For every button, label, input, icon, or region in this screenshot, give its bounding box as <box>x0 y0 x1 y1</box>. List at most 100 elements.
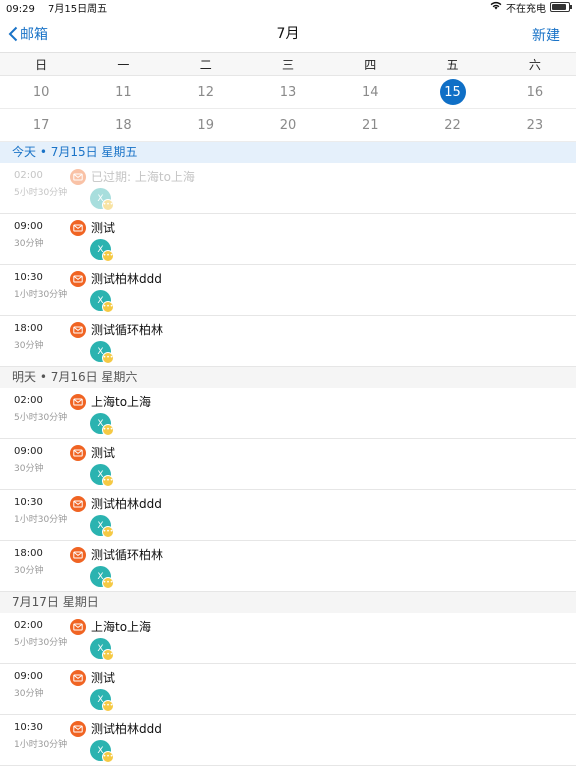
event-row[interactable]: 09:00 30分钟 测试 X ••• <box>0 664 576 715</box>
event-title: 测试柏林ddd <box>91 722 162 736</box>
calendar-day[interactable]: 21 <box>329 109 411 141</box>
mail-icon <box>70 619 86 635</box>
calendar-day-number: 14 <box>362 84 379 100</box>
mail-icon <box>70 394 86 410</box>
event-time: 02:00 <box>14 170 43 181</box>
calendar-day-number: 23 <box>526 117 544 133</box>
calendar-grid: 10 11 12 13 14 15 16 17 18 19 20 21 22 23 <box>0 76 576 142</box>
chevron-left-icon <box>8 26 18 42</box>
more-badge-icon: ••• <box>102 475 114 487</box>
calendar-day-number: 21 <box>362 117 379 133</box>
event-title: 测试循环柏林 <box>91 323 164 337</box>
event-row[interactable]: 09:00 30分钟 测试 X ••• <box>0 214 576 265</box>
event-time: 18:00 <box>14 548 43 559</box>
more-badge-icon: ••• <box>102 301 114 313</box>
event-row[interactable]: 18:00 30分钟 测试循环柏林 X ••• <box>0 541 576 592</box>
avatar: X ••• <box>90 566 114 589</box>
event-row[interactable]: 10:30 1小时30分钟 测试柏林ddd X ••• <box>0 265 576 316</box>
event-row[interactable]: 18:00 30分钟 测试循环柏林 X ••• <box>0 316 576 367</box>
more-badge-icon: ••• <box>102 250 114 262</box>
avatar: X ••• <box>90 341 114 364</box>
weekday-label: 一 <box>117 57 130 72</box>
event-time: 09:00 <box>14 671 43 682</box>
event-title: 上海to上海 <box>91 620 152 634</box>
avatar: X ••• <box>90 239 114 262</box>
section-header: 今天 • 7月15日 星期五 <box>0 142 576 163</box>
calendar-day-number: 20 <box>279 117 297 133</box>
calendar-day[interactable]: 19 <box>165 109 247 141</box>
calendar-day[interactable]: 13 <box>247 76 329 108</box>
calendar-day-number: 13 <box>279 84 297 100</box>
mail-icon <box>70 322 86 338</box>
event-duration: 1小时30分钟 <box>14 515 68 525</box>
new-button[interactable]: 新建 <box>532 25 560 45</box>
event-title: 测试 <box>91 221 116 235</box>
event-duration: 30分钟 <box>14 566 44 576</box>
calendar-day[interactable]: 15 <box>411 76 493 108</box>
calendar-day[interactable]: 22 <box>411 109 493 141</box>
avatar: X ••• <box>90 413 114 436</box>
event-duration: 30分钟 <box>14 341 44 351</box>
calendar-week-row: 10 11 12 13 14 15 16 <box>0 76 576 109</box>
calendar-day-number: 10 <box>32 84 50 100</box>
calendar-day[interactable]: 12 <box>165 76 247 108</box>
calendar-day[interactable]: 17 <box>0 109 82 141</box>
calendar-day[interactable]: 10 <box>0 76 82 108</box>
event-time: 09:00 <box>14 446 43 457</box>
more-badge-icon: ••• <box>102 649 114 661</box>
mail-icon <box>70 496 86 512</box>
calendar-day-number: 22 <box>444 117 461 133</box>
back-label: 邮箱 <box>20 27 48 43</box>
avatar: X ••• <box>90 689 114 712</box>
event-time: 10:30 <box>14 272 43 283</box>
section-header: 7月17日 星期日 <box>0 592 576 613</box>
more-badge-icon: ••• <box>102 700 114 712</box>
calendar-day[interactable]: 23 <box>494 109 576 141</box>
calendar-day-number: 19 <box>197 117 214 133</box>
event-duration: 30分钟 <box>14 689 44 699</box>
battery-icon <box>550 2 572 12</box>
avatar: X ••• <box>90 464 114 487</box>
event-row[interactable]: 10:30 1小时30分钟 测试柏林ddd X ••• <box>0 715 576 766</box>
calendar-day-number: 15 <box>439 79 466 105</box>
back-button[interactable]: 邮箱 <box>8 24 48 44</box>
more-badge-icon: ••• <box>102 352 114 364</box>
mail-icon <box>70 445 86 461</box>
weekday-label: 四 <box>364 57 377 72</box>
event-row[interactable]: 02:00 5小时30分钟 上海to上海 X ••• <box>0 613 576 664</box>
calendar-day[interactable]: 14 <box>329 76 411 108</box>
weekday-label: 五 <box>446 57 459 72</box>
more-badge-icon: ••• <box>102 751 114 763</box>
event-title: 测试柏林ddd <box>91 272 162 286</box>
calendar-day-number: 17 <box>32 117 50 133</box>
weekday-label: 二 <box>199 57 212 72</box>
calendar-day[interactable]: 20 <box>247 109 329 141</box>
calendar-day-number: 16 <box>526 84 544 100</box>
calendar-day[interactable]: 18 <box>82 109 164 141</box>
event-row[interactable]: 10:30 1小时30分钟 测试柏林ddd X ••• <box>0 490 576 541</box>
event-row[interactable]: 09:00 30分钟 测试 X ••• <box>0 439 576 490</box>
status-left: 09:29 7月15日周五 <box>6 0 117 15</box>
event-row[interactable]: 02:00 5小时30分钟 已过期: 上海to上海 X ••• <box>0 163 576 214</box>
event-title: 已过期: 上海to上海 <box>91 170 195 184</box>
more-badge-icon: ••• <box>102 577 114 589</box>
mail-icon <box>70 547 86 563</box>
calendar-week-row: 17 18 19 20 21 22 23 <box>0 109 576 142</box>
calendar-day[interactable]: 16 <box>494 76 576 108</box>
charging-status: 不在充电 <box>506 3 546 15</box>
event-duration: 1小时30分钟 <box>14 290 68 300</box>
weekday-label: 六 <box>528 57 541 72</box>
mail-icon <box>70 721 86 737</box>
event-time: 10:30 <box>14 497 43 508</box>
mail-icon <box>70 220 86 236</box>
wifi-icon <box>490 1 502 13</box>
event-row[interactable]: 02:00 5小时30分钟 上海to上海 X ••• <box>0 388 576 439</box>
event-time: 18:00 <box>14 323 43 334</box>
mail-icon <box>70 271 86 287</box>
calendar-day[interactable]: 11 <box>82 76 164 108</box>
calendar-day-number: 12 <box>197 84 214 100</box>
mail-icon <box>70 670 86 686</box>
status-bar: 09:29 7月15日周五 不在充电 <box>0 0 576 15</box>
event-title: 测试 <box>91 446 116 460</box>
agenda-list: 今天 • 7月15日 星期五 02:00 5小时30分钟 已过期: 上海to上海 X ••… <box>0 142 576 766</box>
